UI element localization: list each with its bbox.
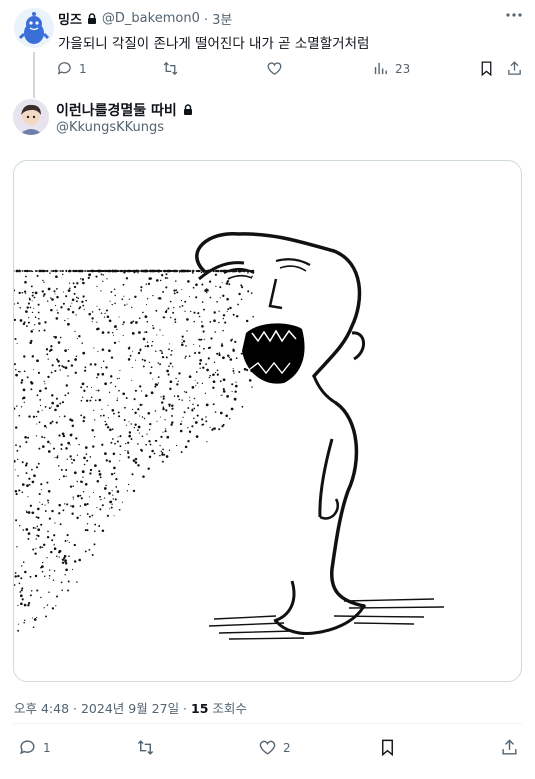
parent-display-name[interactable]: 밍즈: [58, 9, 82, 28]
thread-connector: [33, 52, 35, 98]
main-like-button[interactable]: 2: [258, 738, 291, 757]
main-reply-button[interactable]: 1: [18, 738, 51, 757]
heart-icon: [259, 740, 276, 755]
bookmark-icon: [382, 739, 393, 757]
parent-text: 가을되니 각질이 존나게 떨어진다 내가 곧 소멸할거처럼: [58, 36, 370, 52]
lock-icon: [183, 104, 192, 115]
tweet-view-count: 15: [191, 701, 209, 716]
tweet-media-image[interactable]: [13, 160, 522, 682]
share-icon: [502, 739, 517, 755]
divider: [13, 723, 522, 724]
main-avatar[interactable]: [13, 99, 49, 135]
parent-actions: 1 23: [56, 60, 526, 82]
retweet-icon: [137, 740, 154, 755]
share-icon: [508, 61, 521, 75]
parent-tweet[interactable]: 밍즈 @D_bakemon0 · 3분 가을되니 각질이 존나게 떨어진다 내가…: [0, 0, 535, 98]
views-icon: [374, 62, 387, 75]
main-retweet-button[interactable]: [136, 738, 155, 757]
disintegrating-figure-drawing: [14, 232, 445, 640]
reply-icon: [20, 740, 35, 755]
parent-avatar[interactable]: [14, 8, 54, 48]
main-bookmark-button[interactable]: [378, 738, 397, 757]
main-handle[interactable]: @KkungsKKungs: [56, 120, 164, 135]
views-count: 23: [395, 61, 411, 76]
tweet-meta: 오후 4:48 · 2024년 9월 27일 · 15 조회수: [14, 698, 247, 717]
share-button[interactable]: [506, 60, 523, 77]
parent-header: 밍즈 @D_bakemon0 · 3분: [58, 9, 232, 28]
main-display-name[interactable]: 이런나를경멸둘 따비: [56, 100, 177, 120]
more-icon[interactable]: [505, 10, 523, 20]
main-actions: 1 2: [14, 738, 524, 762]
retweet-icon: [163, 61, 178, 76]
main-reply-count: 1: [43, 740, 51, 755]
retweet-button[interactable]: [162, 60, 179, 77]
like-button[interactable]: [266, 60, 283, 77]
tweet-timestamp[interactable]: 오후 4:48 · 2024년 9월 27일 ·: [14, 701, 191, 716]
tweet-view-label: 조회수: [208, 701, 247, 716]
heart-icon: [267, 62, 282, 75]
reply-icon: [57, 62, 71, 75]
lock-icon: [87, 12, 96, 24]
main-like-count: 2: [283, 740, 291, 755]
bookmark-icon: [481, 61, 492, 77]
reply-button[interactable]: 1: [56, 60, 87, 77]
parent-time[interactable]: · 3분: [204, 9, 233, 28]
main-header: 이런나를경멸둘 따비: [56, 100, 194, 120]
parent-handle[interactable]: @D_bakemon0: [102, 11, 200, 26]
views-button[interactable]: 23: [372, 60, 410, 77]
bookmark-button[interactable]: [478, 60, 495, 77]
main-share-button[interactable]: [500, 738, 519, 757]
reply-count: 1: [79, 61, 87, 76]
